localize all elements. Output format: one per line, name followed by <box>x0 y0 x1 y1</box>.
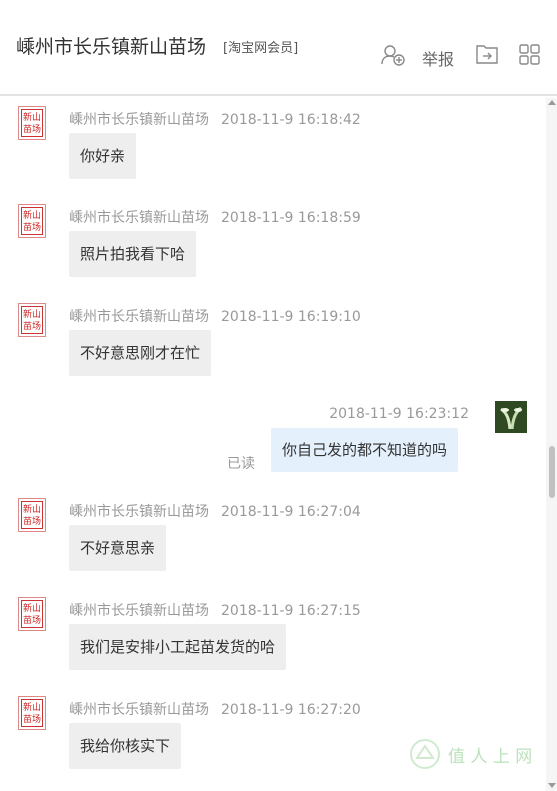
message-meta: 嵊州市长乐镇新山苗场 2018-11-9 16:27:04 <box>69 501 361 521</box>
read-status: 已读 <box>227 456 255 472</box>
shop-avatar[interactable]: 新山 苗场 <box>18 696 46 730</box>
sender-name: 嵊州市长乐镇新山苗场 <box>69 210 209 226</box>
sender-name: 嵊州市长乐镇新山苗场 <box>69 702 209 718</box>
message-meta: 嵊州市长乐镇新山苗场 2018-11-9 16:18:59 <box>69 207 361 227</box>
message-time: 2018-11-9 16:27:15 <box>221 603 361 619</box>
message-bubble[interactable]: 我们是安排小工起苗发货的哈 <box>69 624 287 670</box>
shop-seal: 新山 苗场 <box>21 207 43 235</box>
shop-avatar[interactable]: 新山 苗场 <box>18 498 46 532</box>
chat-header: 嵊州市长乐镇新山苗场 [淘宝网会员] 举报 <box>0 0 557 96</box>
shop-avatar[interactable]: 新山 苗场 <box>18 204 46 238</box>
message-time: 2018-11-9 16:27:04 <box>221 504 361 520</box>
message-time: 2018-11-9 16:27:20 <box>221 702 361 718</box>
message-list[interactable]: 新山 苗场 嵊州市长乐镇新山苗场 2018-11-9 16:18:42 你好亲 新山… <box>0 98 546 791</box>
message-bubble[interactable]: 照片拍我看下哈 <box>69 231 197 277</box>
sender-name: 嵊州市长乐镇新山苗场 <box>69 309 209 325</box>
chat-title: 嵊州市长乐镇新山苗场 <box>16 36 207 58</box>
message-bubble[interactable]: 不好意思刚才在忙 <box>69 330 212 376</box>
share-out-icon[interactable] <box>476 44 498 64</box>
message-time: 2018-11-9 16:19:10 <box>221 309 361 325</box>
message-meta: 嵊州市长乐镇新山苗场 2018-11-9 16:27:15 <box>69 600 361 620</box>
shop-avatar[interactable]: 新山 苗场 <box>18 303 46 337</box>
scroll-down-arrow-icon[interactable] <box>548 783 556 788</box>
shop-seal: 新山 苗场 <box>21 699 43 727</box>
shop-avatar[interactable]: 新山 苗场 <box>18 597 46 631</box>
shop-avatar[interactable]: 新山 苗场 <box>18 106 46 140</box>
message-bubble[interactable]: 不好意思亲 <box>69 525 167 571</box>
message-bubble[interactable]: 我给你核实下 <box>69 723 182 769</box>
grid-icon[interactable] <box>519 44 540 65</box>
message-time: 2018-11-9 16:18:59 <box>221 210 361 226</box>
shop-seal: 新山 苗场 <box>21 501 43 529</box>
scrollbar-thumb[interactable] <box>549 446 555 498</box>
message-time: 2018-11-9 16:23:12 <box>329 406 469 422</box>
message-meta: 嵊州市长乐镇新山苗场 2018-11-9 16:19:10 <box>69 306 361 326</box>
add-contact-icon[interactable] <box>381 44 405 66</box>
message-time: 2018-11-9 16:18:42 <box>221 112 361 128</box>
sender-name: 嵊州市长乐镇新山苗场 <box>69 603 209 619</box>
shop-seal: 新山 苗场 <box>21 306 43 334</box>
member-badge[interactable]: [淘宝网会员] <box>223 37 298 56</box>
shop-seal: 新山 苗场 <box>21 109 43 137</box>
my-avatar[interactable] <box>495 401 527 433</box>
message-bubble[interactable]: 你好亲 <box>69 133 137 179</box>
sender-name: 嵊州市长乐镇新山苗场 <box>69 504 209 520</box>
scroll-up-arrow-icon[interactable] <box>548 100 556 105</box>
shop-seal: 新山 苗场 <box>21 600 43 628</box>
sender-name: 嵊州市长乐镇新山苗场 <box>69 112 209 128</box>
my-message-bubble[interactable]: 你自己发的都不知道的吗 <box>271 428 459 472</box>
report-button[interactable]: 举报 <box>422 46 454 70</box>
message-meta: 嵊州市长乐镇新山苗场 2018-11-9 16:27:20 <box>69 699 361 719</box>
watermark-text: 值 人 上 网 <box>448 747 533 767</box>
scrollbar[interactable] <box>546 98 557 791</box>
message-meta: 嵊州市长乐镇新山苗场 2018-11-9 16:18:42 <box>69 109 361 129</box>
